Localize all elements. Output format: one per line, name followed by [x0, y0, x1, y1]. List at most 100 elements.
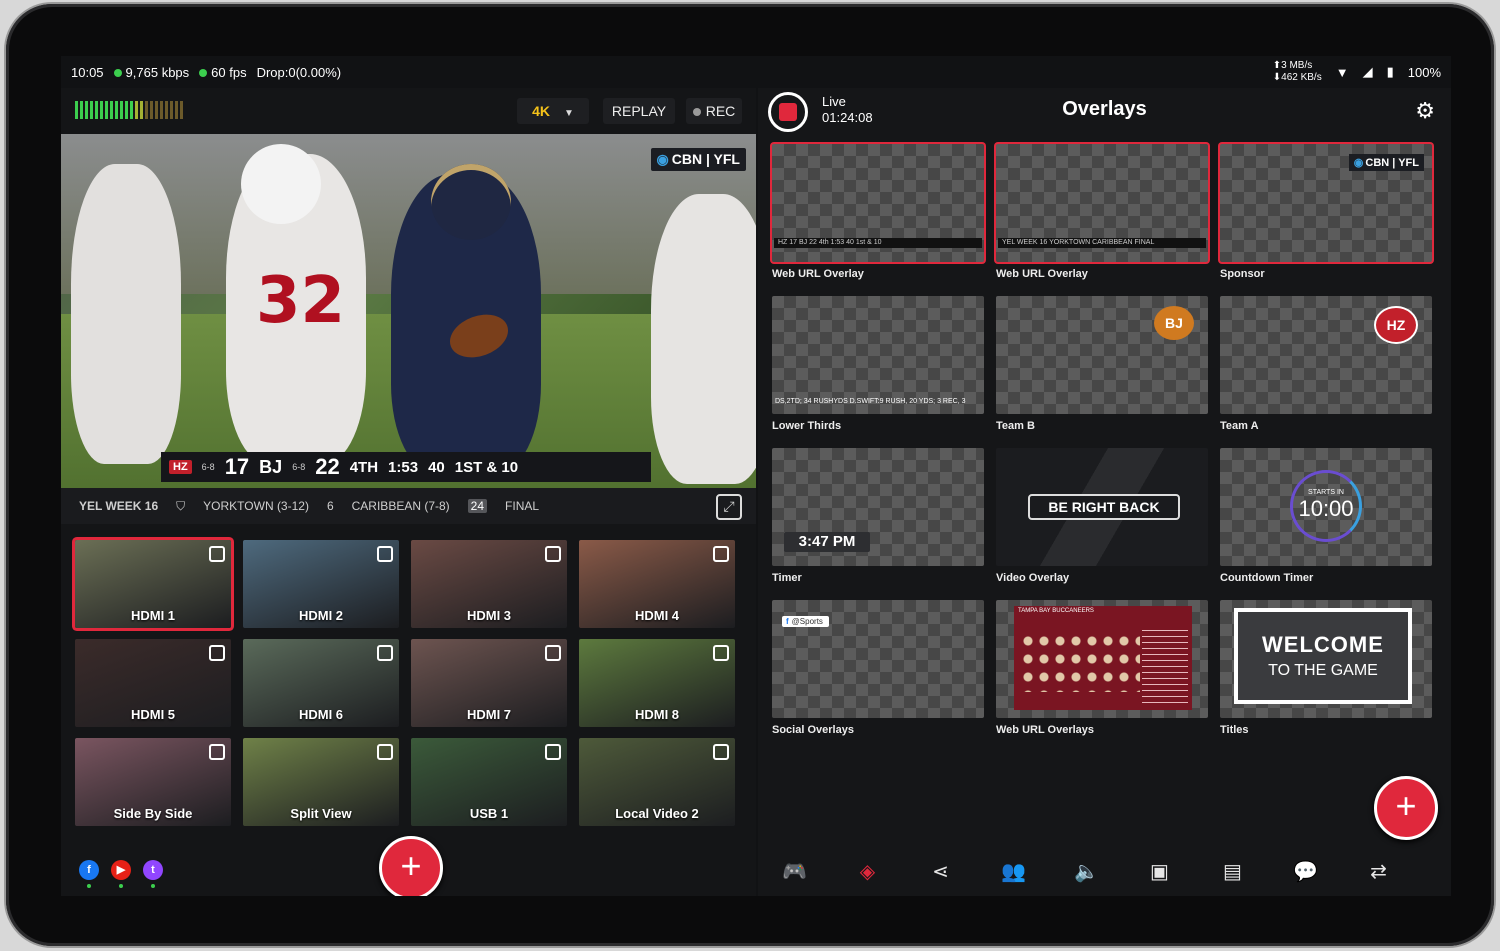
facebook-icon: f [786, 617, 789, 626]
overlay-tile[interactable]: BJ [996, 296, 1208, 414]
helmet [241, 144, 321, 224]
source-tile[interactable]: HDMI 7 [411, 639, 567, 727]
source-tile[interactable]: Local Video 2 [579, 738, 735, 826]
source-options-icon[interactable] [209, 645, 225, 661]
overlay-tile[interactable]: YEL WEEK 16 YORKTOWN CARIBBEAN FINAL [996, 144, 1208, 262]
add-overlay-button[interactable]: + [1374, 776, 1438, 840]
comments-icon[interactable]: 💬 [1269, 859, 1342, 884]
battery-icon: ▮ [1386, 64, 1394, 79]
source-tile[interactable]: HDMI 4 [579, 540, 735, 628]
overlay-tile[interactable]: HZ 17 BJ 22 4th 1:53 40 1st & 10 [772, 144, 984, 262]
welcome-title: WELCOME TO THE GAME [1234, 608, 1412, 704]
switch-camera-icon[interactable]: ⇄ [1342, 859, 1415, 884]
status-bar: 10:05 9,765 kbps 60 fps Drop:0(0.00%) ⬆3… [61, 56, 1451, 88]
quality-select[interactable]: 4K ▼ [517, 98, 589, 124]
social-handle: f @Sports [782, 616, 829, 627]
record-dot-icon [692, 108, 701, 116]
source-label: Side By Side [113, 806, 193, 821]
source-label: USB 1 [469, 806, 509, 821]
team-b-logo: BJ [1154, 306, 1194, 340]
production-pane: 4K ▼ REPLAY REC 32 ◉ CBN | YFL HZ 6-8 17 B… [61, 88, 756, 896]
youtube-icon[interactable]: ▶ [111, 860, 131, 888]
overlay-tile[interactable]: TAMPA BAY BUCCANEERS [996, 600, 1208, 718]
audio-icon[interactable]: 🔈 [1050, 859, 1123, 884]
overlay-label: Lower Thirds [772, 420, 842, 432]
facebook-icon[interactable]: f [79, 860, 99, 888]
source-options-icon[interactable] [377, 546, 393, 562]
replay-icon[interactable]: ▤ [1196, 859, 1269, 884]
expand-icon[interactable]: ⤢ [716, 494, 742, 520]
game-clock: 1:53 [388, 458, 419, 476]
audio-meter [75, 101, 183, 119]
source-tile[interactable]: Split View [243, 738, 399, 826]
timer-readout: 3:47 PM [784, 532, 870, 552]
team-a-badge: HZ [169, 460, 192, 474]
source-options-icon[interactable] [377, 744, 393, 760]
gear-icon[interactable]: ⚙ [1415, 98, 1435, 124]
overlay-tile[interactable]: 3:47 PM [772, 448, 984, 566]
overlay-tile[interactable]: BE RIGHT BACK [996, 448, 1208, 566]
source-options-icon[interactable] [713, 744, 729, 760]
down-distance: 1ST & 10 [454, 458, 519, 476]
chevron-down-icon: ▼ [564, 108, 574, 119]
source-label: HDMI 5 [130, 707, 176, 722]
network-speed: ⬆3 MB/s ⬇462 KB/s [1272, 60, 1322, 83]
scorebug: HZ 6-8 17 BJ 6-8 22 4TH 1:53 40 1ST & 10 [161, 452, 651, 482]
overlay-label: Countdown Timer [1220, 572, 1314, 584]
source-options-icon[interactable] [377, 645, 393, 661]
gamepad-icon[interactable]: 🎮 [758, 859, 831, 884]
layers-icon[interactable]: ◈ [831, 859, 904, 884]
overlay-label: Timer [772, 572, 802, 584]
overlay-tile[interactable]: DS,2TD; 34 RUSHYDS D.SWIFT:9 RUSH, 20 YD… [772, 296, 984, 414]
overlay-label: Web URL Overlay [996, 268, 1088, 280]
twitch-icon[interactable]: t [143, 860, 163, 888]
shield-icon: ⛉ [176, 498, 186, 513]
source-tile[interactable]: HDMI 1 [75, 540, 231, 628]
overlay-tile[interactable]: HZ [1220, 296, 1432, 414]
share-icon[interactable]: ⋖ [904, 859, 977, 884]
overlay-label: Video Overlay [996, 572, 1070, 584]
team-a-score: 17 [224, 454, 250, 479]
source-label: Local Video 2 [615, 806, 699, 821]
team-b-name: BJ [259, 456, 283, 477]
source-label: HDMI 3 [466, 608, 512, 623]
source-tile[interactable]: HDMI 8 [579, 639, 735, 727]
source-options-icon[interactable] [209, 744, 225, 760]
source-tile[interactable]: Side By Side [75, 738, 231, 826]
source-tile[interactable]: HDMI 3 [411, 540, 567, 628]
battery-level: 100% [1407, 64, 1441, 80]
overlay-tile[interactable]: ◉ CBN | YFL [1220, 144, 1432, 262]
overlay-tile[interactable]: WELCOME TO THE GAME [1220, 600, 1432, 718]
overlay-tile[interactable]: STARTS IN 10:00 [1220, 448, 1432, 566]
overlay-label: Titles [1220, 724, 1249, 736]
source-options-icon[interactable] [545, 744, 561, 760]
channel-bug: ◉ CBN | YFL [650, 148, 746, 171]
team-b-score: 22 [315, 454, 340, 479]
source-tile[interactable]: HDMI 5 [75, 639, 231, 727]
replay-button[interactable]: REPLAY [603, 98, 675, 124]
helmet [431, 164, 511, 240]
be-right-back-banner: BE RIGHT BACK [1028, 494, 1180, 520]
source-options-icon[interactable] [713, 546, 729, 562]
source-tile[interactable]: USB 1 [411, 738, 567, 826]
source-options-icon[interactable] [545, 546, 561, 562]
record-button[interactable]: REC [686, 98, 742, 124]
source-tile[interactable]: HDMI 2 [243, 540, 399, 628]
source-options-icon[interactable] [209, 546, 225, 562]
source-options-icon[interactable] [713, 645, 729, 661]
source-tile[interactable]: HDMI 6 [243, 639, 399, 727]
source-options-icon[interactable] [545, 645, 561, 661]
add-source-button[interactable]: + [379, 836, 443, 896]
aspect-ratio-icon[interactable]: ▣ [1123, 859, 1196, 884]
countdown-ring: STARTS IN 10:00 [1290, 470, 1362, 542]
quarter: 4TH [349, 458, 379, 476]
wifi-icon: ▼ [1335, 64, 1349, 80]
overlay-tile[interactable]: f @Sports [772, 600, 984, 718]
fps: 60 fps [199, 65, 247, 80]
users-icon[interactable]: 👥 [977, 859, 1050, 884]
channel-logo-icon: ◉ [1353, 157, 1364, 169]
tablet-device: 10:05 9,765 kbps 60 fps Drop:0(0.00%) ⬆3… [6, 4, 1494, 946]
source-label: HDMI 8 [634, 707, 680, 722]
program-preview[interactable]: 32 ◉ CBN | YFL HZ 6-8 17 BJ 6-8 22 4TH 1:… [61, 134, 756, 524]
score-ticker: YEL WEEK 16 ⛉ YORKTOWN (3-12) 6 CARIBBEA… [61, 488, 756, 524]
